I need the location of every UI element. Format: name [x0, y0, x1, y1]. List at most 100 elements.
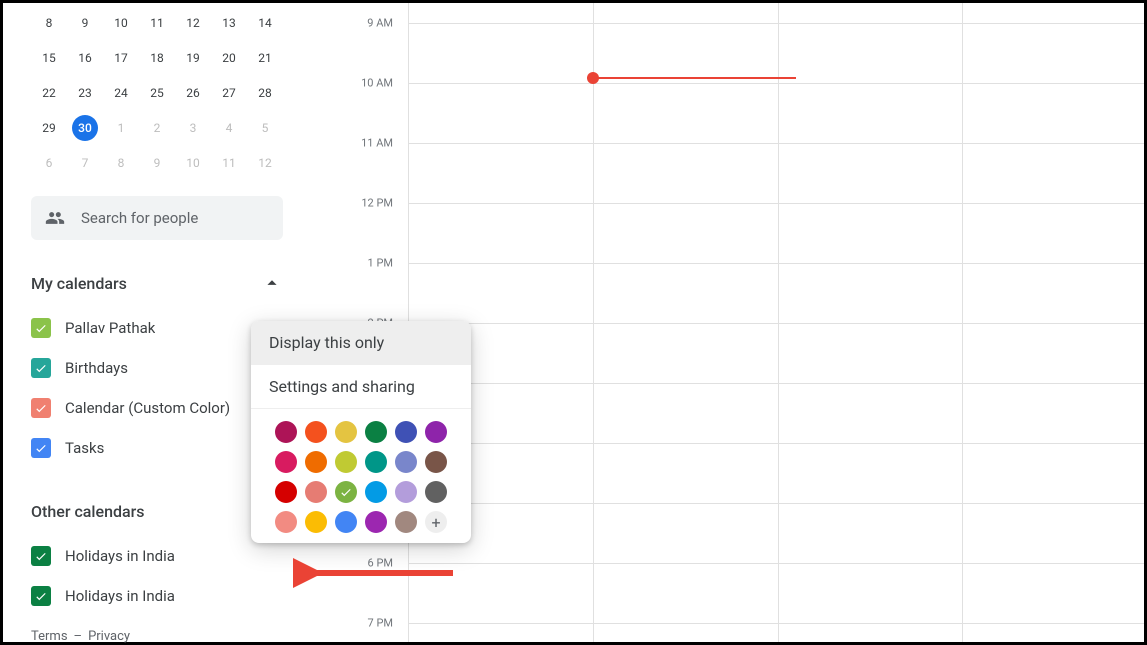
my-calendars-title: My calendars: [31, 274, 127, 293]
mini-cal-day[interactable]: 14: [247, 5, 283, 40]
mini-cal-day[interactable]: 4: [211, 110, 247, 145]
mini-cal-day[interactable]: 11: [139, 5, 175, 40]
mini-cal-day[interactable]: 7: [67, 145, 103, 180]
mini-cal-day[interactable]: 17: [103, 40, 139, 75]
calendar-item[interactable]: Holidays in India: [31, 536, 283, 576]
my-calendars-list: Pallav Pathak Birthdays Calendar (Custom C…: [31, 308, 283, 468]
calendar-item[interactable]: Calendar (Custom Color): [31, 388, 283, 428]
mini-cal-day[interactable]: 10: [103, 5, 139, 40]
mini-calendar[interactable]: 8910111213141516171819202122232425262728…: [31, 5, 283, 180]
color-swatch[interactable]: [305, 451, 327, 473]
people-search[interactable]: Search for people: [31, 196, 283, 240]
calendar-label: Birthdays: [65, 359, 128, 377]
mini-cal-day[interactable]: 26: [175, 75, 211, 110]
mini-cal-day[interactable]: 9: [67, 5, 103, 40]
calendar-checkbox[interactable]: [31, 546, 51, 566]
calendar-item[interactable]: Tasks: [31, 428, 283, 468]
color-swatch[interactable]: [305, 511, 327, 533]
color-swatch[interactable]: [365, 421, 387, 443]
other-calendars-list: Holidays in India Holidays in India: [31, 536, 283, 616]
calendar-label: Tasks: [65, 439, 104, 457]
color-swatch[interactable]: [275, 451, 297, 473]
calendar-label: Holidays in India: [65, 547, 175, 565]
mini-cal-day[interactable]: 8: [103, 145, 139, 180]
calendar-label: Pallav Pathak: [65, 319, 155, 337]
color-swatch[interactable]: [365, 511, 387, 533]
mini-cal-day[interactable]: 21: [247, 40, 283, 75]
mini-cal-day[interactable]: 15: [31, 40, 67, 75]
mini-cal-day[interactable]: 12: [175, 5, 211, 40]
add-custom-color-swatch[interactable]: +: [425, 511, 447, 533]
mini-cal-day[interactable]: 1: [103, 110, 139, 145]
mini-cal-day[interactable]: 5: [247, 110, 283, 145]
color-swatch[interactable]: [335, 451, 357, 473]
color-swatch[interactable]: [395, 511, 417, 533]
calendar-label: Calendar (Custom Color): [65, 399, 230, 417]
calendar-label: Holidays in India: [65, 587, 175, 605]
current-time-indicator: [593, 77, 796, 79]
mini-cal-day[interactable]: 6: [31, 145, 67, 180]
color-swatch[interactable]: [335, 481, 357, 503]
mini-cal-day[interactable]: 23: [67, 75, 103, 110]
color-swatch[interactable]: [425, 481, 447, 503]
color-swatch[interactable]: [275, 481, 297, 503]
mini-cal-day[interactable]: 20: [211, 40, 247, 75]
calendar-checkbox[interactable]: [31, 358, 51, 378]
hour-label: 6 PM: [368, 557, 393, 570]
mini-cal-day[interactable]: 11: [211, 145, 247, 180]
color-swatch[interactable]: [275, 421, 297, 443]
mini-cal-day[interactable]: 24: [103, 75, 139, 110]
other-calendars-title: Other calendars: [31, 502, 145, 521]
calendar-grid[interactable]: [408, 3, 1144, 642]
my-calendars-header[interactable]: My calendars: [31, 272, 283, 294]
calendar-item[interactable]: Pallav Pathak: [31, 308, 283, 348]
color-swatch[interactable]: [305, 421, 327, 443]
color-swatch-grid: +: [251, 409, 471, 543]
mini-cal-day[interactable]: 10: [175, 145, 211, 180]
calendar-item[interactable]: Holidays in India: [31, 576, 283, 616]
color-swatch[interactable]: [335, 421, 357, 443]
settings-and-sharing-item[interactable]: Settings and sharing: [251, 365, 471, 408]
privacy-link[interactable]: Privacy: [88, 629, 130, 644]
calendar-checkbox[interactable]: [31, 586, 51, 606]
color-swatch[interactable]: [275, 511, 297, 533]
calendar-item[interactable]: Birthdays: [31, 348, 283, 388]
mini-cal-day[interactable]: 16: [67, 40, 103, 75]
mini-cal-day[interactable]: 9: [139, 145, 175, 180]
color-swatch[interactable]: [365, 451, 387, 473]
color-swatch[interactable]: [305, 481, 327, 503]
color-swatch[interactable]: [425, 451, 447, 473]
mini-cal-day[interactable]: 3: [175, 110, 211, 145]
mini-cal-day[interactable]: 22: [31, 75, 67, 110]
mini-cal-day[interactable]: 30: [67, 110, 103, 145]
people-search-placeholder: Search for people: [81, 209, 198, 227]
mini-cal-day[interactable]: 28: [247, 75, 283, 110]
chevron-up-icon[interactable]: [261, 272, 283, 294]
hour-label: 9 AM: [367, 17, 393, 30]
calendar-checkbox[interactable]: [31, 438, 51, 458]
calendar-checkbox[interactable]: [31, 398, 51, 418]
color-swatch[interactable]: [395, 421, 417, 443]
hour-label: 12 PM: [361, 197, 393, 210]
hour-label: 11 AM: [361, 137, 393, 150]
display-this-only-item[interactable]: Display this only: [251, 321, 471, 364]
mini-cal-day[interactable]: 19: [175, 40, 211, 75]
mini-cal-day[interactable]: 29: [31, 110, 67, 145]
terms-link[interactable]: Terms: [31, 629, 68, 644]
mini-cal-day[interactable]: 25: [139, 75, 175, 110]
color-swatch[interactable]: [395, 451, 417, 473]
color-swatch[interactable]: [365, 481, 387, 503]
mini-cal-day[interactable]: 27: [211, 75, 247, 110]
other-calendars-header[interactable]: Other calendars: [31, 500, 283, 522]
color-swatch[interactable]: [425, 421, 447, 443]
people-icon: [45, 208, 65, 228]
mini-cal-day[interactable]: 8: [31, 5, 67, 40]
mini-cal-day[interactable]: 12: [247, 145, 283, 180]
hour-label: 7 PM: [368, 617, 393, 630]
calendar-checkbox[interactable]: [31, 318, 51, 338]
color-swatch[interactable]: [335, 511, 357, 533]
mini-cal-day[interactable]: 13: [211, 5, 247, 40]
mini-cal-day[interactable]: 18: [139, 40, 175, 75]
mini-cal-day[interactable]: 2: [139, 110, 175, 145]
color-swatch[interactable]: [395, 481, 417, 503]
